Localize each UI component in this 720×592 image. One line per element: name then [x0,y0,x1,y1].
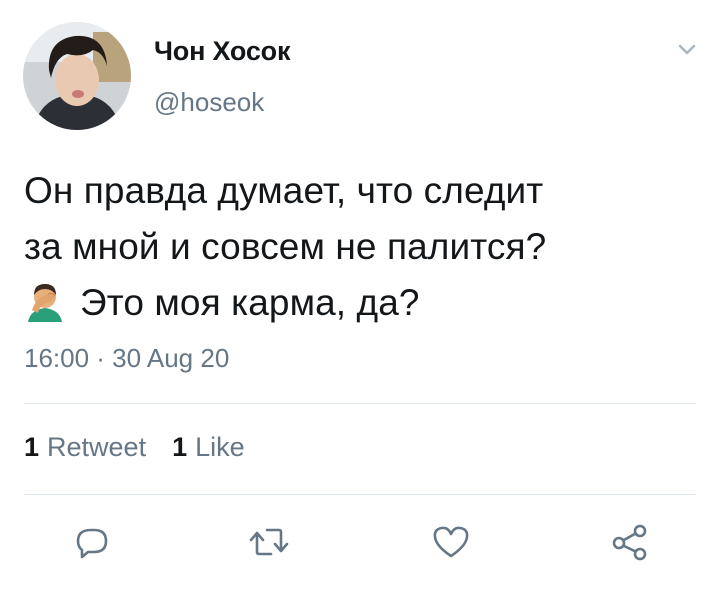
action-bar [0,518,720,568]
retweet-icon [249,528,289,556]
reply-button[interactable] [68,518,116,566]
divider [24,403,696,404]
tweet-text: Он правда думает, что следит за мной и с… [24,163,704,331]
tweet-line: Он правда думает, что следит [24,170,544,211]
tweet-timestamp[interactable]: 16:00 · 30 Aug 20 [24,343,229,374]
face-palm-emoji [24,280,66,322]
tweet-line: Это моя карма, да? [24,275,704,331]
chevron-down-icon[interactable] [672,38,702,62]
retweet-count: 1 [24,432,40,462]
author-handle[interactable]: @hoseok [154,87,264,118]
retweet-button[interactable] [245,518,293,566]
like-icon [433,526,469,558]
author-name[interactable]: Чон Хосок [154,36,290,67]
share-icon [612,524,647,561]
reply-icon [76,528,108,559]
tweet-line: за мной и совсем не палится? [24,226,547,267]
divider [24,494,696,495]
retweet-stat[interactable]: 1 Retweet [24,432,146,463]
tweet-stats: 1 Retweet 1 Like [24,432,271,463]
like-button[interactable] [427,518,475,566]
share-button[interactable] [605,518,653,566]
avatar[interactable] [23,22,131,130]
like-label: Like [195,432,245,462]
retweet-label: Retweet [47,432,147,462]
like-stat[interactable]: 1 Like [172,432,245,463]
tweet-line-text: Это моя карма, да? [80,282,420,323]
like-count: 1 [172,432,188,462]
